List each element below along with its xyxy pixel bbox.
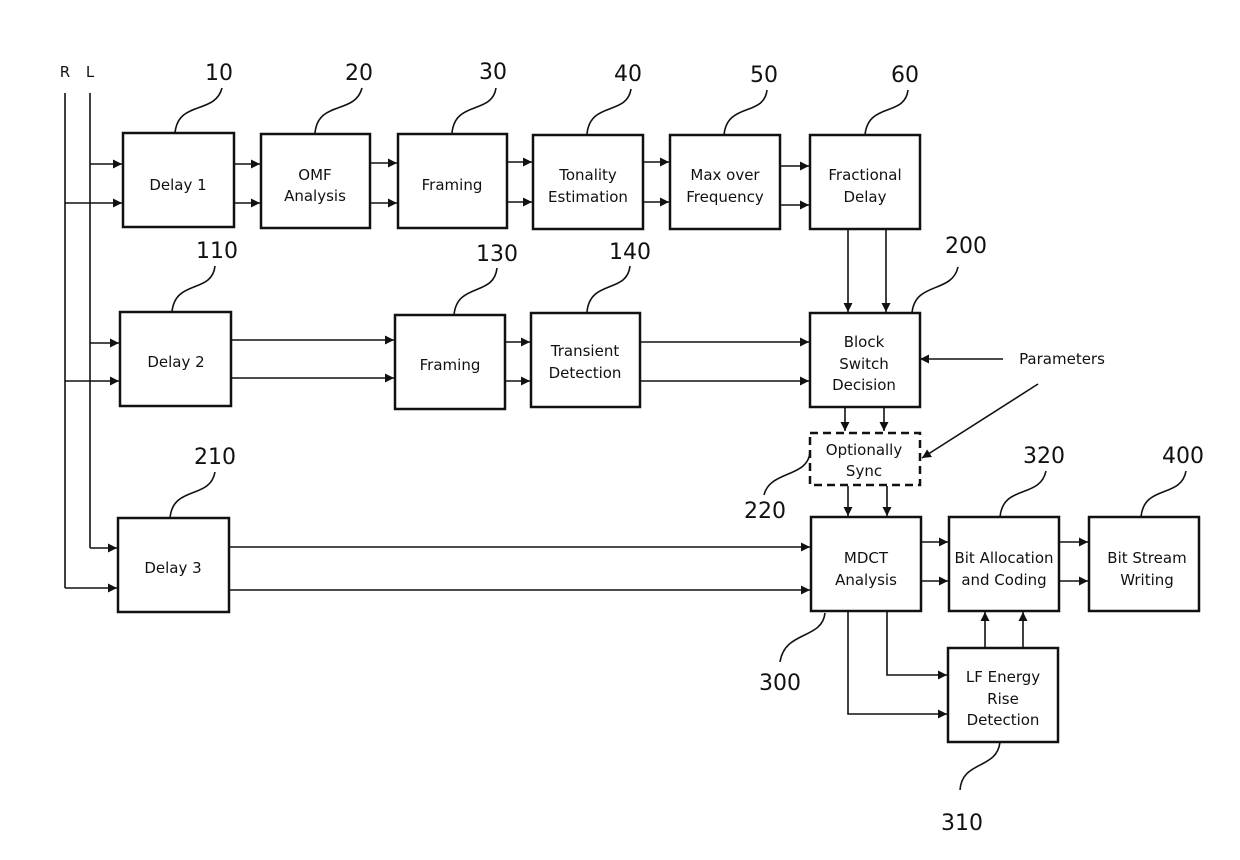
svg-text:Block: Block [844, 333, 885, 351]
svg-text:OMF: OMF [298, 166, 331, 184]
block-delay-2[interactable]: Delay 2 [118, 310, 233, 408]
svg-text:Bit Allocation: Bit Allocation [954, 549, 1053, 567]
block-diagram: R L Delay 1 OMF Analysis Framing Tonalit… [60, 60, 1204, 836]
block-delay-1[interactable]: Delay 1 [121, 131, 236, 229]
block-block-switch-decision[interactable]: Block Switch Decision [808, 311, 922, 409]
svg-text:Analysis: Analysis [835, 571, 897, 589]
svg-text:Framing: Framing [422, 176, 483, 194]
svg-text:Delay 2: Delay 2 [147, 353, 204, 371]
svg-text:MDCT: MDCT [844, 549, 889, 567]
svg-text:Decision: Decision [832, 376, 896, 394]
svg-text:Detection: Detection [967, 711, 1040, 729]
svg-text:Tonality: Tonality [558, 166, 617, 184]
block-delay-3[interactable]: Delay 3 [116, 516, 231, 614]
svg-text:Max over: Max over [690, 166, 760, 184]
svg-text:Rise: Rise [987, 690, 1019, 708]
svg-text:Transient: Transient [550, 342, 620, 360]
block-fractional-delay[interactable]: Fractional Delay [808, 133, 922, 231]
svg-text:Delay 3: Delay 3 [144, 559, 201, 577]
ref-400: 400 [1162, 444, 1204, 469]
svg-text:Switch: Switch [839, 355, 889, 373]
svg-text:Delay: Delay [843, 188, 886, 206]
block-framing-2[interactable]: Framing [393, 313, 507, 411]
ref-320: 320 [1023, 444, 1065, 469]
svg-text:Framing: Framing [420, 356, 481, 374]
input-bus [64, 93, 122, 593]
parameters-label: Parameters [1019, 350, 1105, 368]
ref-210: 210 [194, 445, 236, 470]
ref-130: 130 [476, 242, 518, 267]
ref-40: 40 [614, 62, 642, 87]
block-bit-stream-writing[interactable]: Bit Stream Writing [1087, 515, 1201, 613]
ref-30: 30 [479, 60, 507, 85]
ref-20: 20 [345, 61, 373, 86]
svg-text:Sync: Sync [846, 462, 882, 480]
svg-text:Writing: Writing [1120, 571, 1174, 589]
svg-text:and Coding: and Coding [961, 571, 1046, 589]
block-omf-analysis[interactable]: OMF Analysis [259, 132, 372, 230]
ref-300: 300 [759, 671, 801, 696]
svg-text:LF Energy: LF Energy [966, 668, 1040, 686]
svg-text:Analysis: Analysis [284, 187, 346, 205]
svg-text:Bit Stream: Bit Stream [1107, 549, 1186, 567]
ref-140: 140 [609, 240, 651, 265]
svg-text:Detection: Detection [549, 364, 622, 382]
ref-200: 200 [945, 234, 987, 259]
ref-310: 310 [941, 811, 983, 836]
ref-10: 10 [205, 61, 233, 86]
block-lf-energy-rise-detection[interactable]: LF Energy Rise Detection [946, 646, 1060, 744]
svg-text:Frequency: Frequency [686, 188, 764, 206]
input-r-label: R [60, 63, 70, 81]
svg-text:Fractional: Fractional [828, 166, 901, 184]
block-bit-allocation-coding[interactable]: Bit Allocation and Coding [947, 515, 1061, 613]
input-l-label: L [86, 63, 95, 81]
block-label: Delay 1 [149, 176, 206, 194]
block-tonality-estimation[interactable]: Tonality Estimation [531, 133, 645, 231]
block-max-over-frequency[interactable]: Max over Frequency [668, 133, 782, 231]
svg-text:Optionally: Optionally [826, 441, 903, 459]
ref-110: 110 [196, 239, 238, 264]
ref-60: 60 [891, 63, 919, 88]
block-framing-1[interactable]: Framing [396, 132, 509, 230]
wire-parameters-sync [921, 383, 1039, 459]
block-mdct-analysis[interactable]: MDCT Analysis [809, 515, 923, 613]
block-optionally-sync[interactable]: Optionally Sync [808, 431, 922, 487]
ref-50: 50 [750, 63, 778, 88]
svg-text:Estimation: Estimation [548, 188, 628, 206]
block-transient-detection[interactable]: Transient Detection [529, 311, 642, 409]
ref-220: 220 [744, 499, 786, 524]
